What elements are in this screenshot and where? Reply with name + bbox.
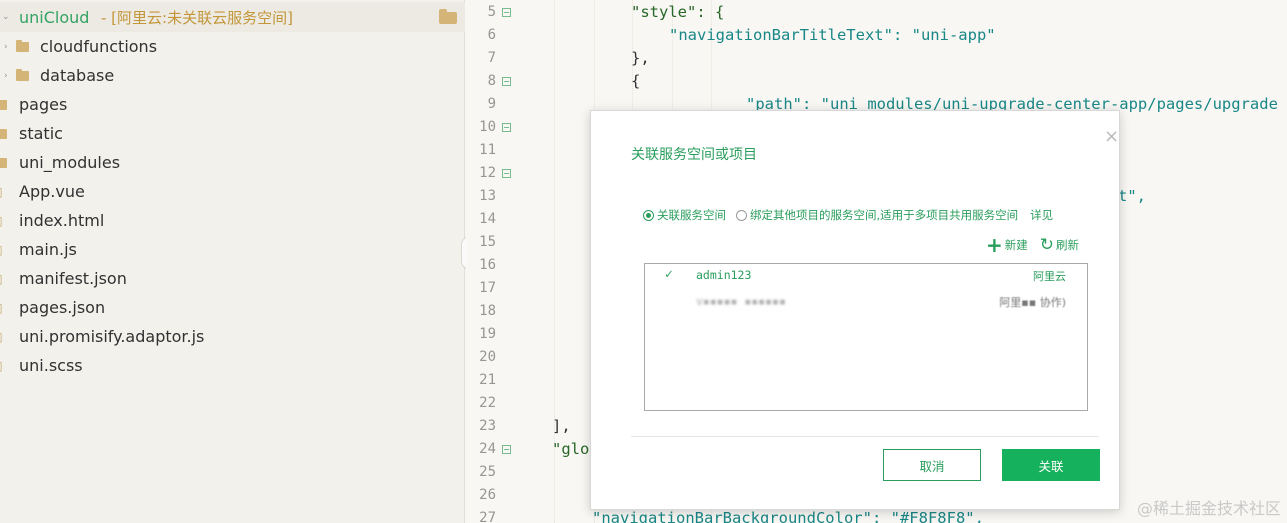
- space-row[interactable]: ✓ admin123 阿里云: [645, 264, 1087, 288]
- close-icon[interactable]: ×: [1104, 128, 1119, 146]
- link-mode-radio-group: 关联服务空间 绑定其他项目的服务空间,适用于多项目共用服务空间 详见: [643, 207, 1053, 223]
- radio-bind-other-label[interactable]: 绑定其他项目的服务空间,适用于多项目共用服务空间: [750, 207, 1018, 223]
- space-name: v▪▪▪▪▪ ▪▪▪▪▪▪: [696, 294, 787, 308]
- service-space-list[interactable]: ✓ admin123 阿里云 v▪▪▪▪▪ ▪▪▪▪▪▪ 阿里▪▪ 协作): [644, 263, 1088, 411]
- plus-icon[interactable]: +: [986, 235, 1003, 255]
- check-icon: ✓: [665, 267, 673, 282]
- radio-link-space-label[interactable]: 关联服务空间: [657, 207, 726, 223]
- radio-bind-other[interactable]: [736, 209, 747, 221]
- refresh-icon[interactable]: ↻: [1040, 236, 1054, 254]
- link-service-space-dialog: 关联服务空间或项目 × 关联服务空间 绑定其他项目的服务空间,适用于多项目共用服…: [590, 110, 1120, 510]
- radio-link-space[interactable]: [643, 209, 654, 221]
- space-provider: 阿里▪▪ 协作): [999, 296, 1066, 309]
- watermark: @稀土掘金技术社区: [1136, 499, 1281, 518]
- space-name: admin123: [696, 268, 752, 282]
- new-space-button[interactable]: 新建: [1005, 237, 1028, 253]
- space-actions: + 新建 ↻ 刷新: [986, 235, 1079, 255]
- space-row[interactable]: v▪▪▪▪▪ ▪▪▪▪▪▪ 阿里▪▪ 协作): [645, 290, 1087, 314]
- detail-link[interactable]: 详见: [1030, 207, 1053, 223]
- refresh-button[interactable]: 刷新: [1056, 237, 1079, 253]
- space-provider: 阿里云: [1033, 270, 1066, 283]
- dialog-title: 关联服务空间或项目: [631, 147, 757, 163]
- dialog-divider: [631, 436, 1099, 437]
- cancel-button[interactable]: 取消: [883, 449, 981, 481]
- link-button[interactable]: 关联: [1002, 449, 1100, 481]
